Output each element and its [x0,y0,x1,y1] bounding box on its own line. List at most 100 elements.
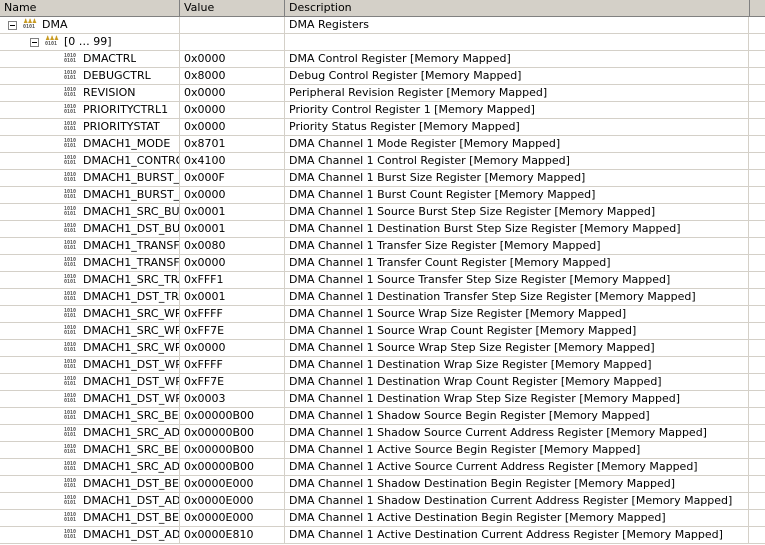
binary-register-icon: 1010 0101 [64,495,77,506]
register-value[interactable]: 0x000F [180,170,285,186]
register-value[interactable]: 0x00000B00 [180,442,285,458]
register-value[interactable]: 0xFFFF [180,357,285,373]
register-value[interactable]: 0xFFFF [180,306,285,322]
register-row[interactable]: 10100101 DMACH1_SRC_ADDR0x00000B00DMA Cha… [0,459,765,476]
binary-register-icon: 1010 0101 [64,478,77,489]
register-value[interactable]: 0xFFF1 [180,272,285,288]
register-row[interactable]: 10100101 DMACH1_SRC_TRANSFER_STEP0xFFF1DM… [0,272,765,289]
register-value[interactable]: 0xFF7E [180,374,285,390]
register-name: DMACH1_DST_ADDR_SHADOW [83,494,179,507]
register-row[interactable]: 10100101 DMACH1_TRANSFER_COUNT0x0000DMA C… [0,255,765,272]
column-header-description[interactable]: Description [285,0,750,16]
register-row[interactable]: 10100101 DMACH1_DST_BEG_ADDR0x0000E000DMA… [0,510,765,527]
register-row[interactable]: 10100101 DMACH1_DST_BEG_ADDR_SHADOW0x0000… [0,476,765,493]
register-value[interactable]: 0x0001 [180,204,285,220]
register-row[interactable]: 10100101 DMACH1_DST_ADDR_SHADOW0x0000E000… [0,493,765,510]
register-row[interactable]: 1010 0101 DMACTRL 0x0000 DMA Control Registe… [0,51,765,68]
register-name: DMACH1_DST_TRANSFER_STEP [83,290,179,303]
register-description: DMA Channel 1 Source Burst Step Size Reg… [285,204,749,220]
register-row[interactable]: 10100101 DMACH1_SRC_BURST_STEP0x0001DMA C… [0,204,765,221]
register-value[interactable]: 0x0000 [180,85,285,101]
register-value[interactable]: 0x0000 [180,119,285,135]
register-row[interactable]: 10100101 DMACH1_TRANSFER_SIZE0x0080DMA Ch… [0,238,765,255]
register-value[interactable]: 0x00000B00 [180,408,285,424]
binary-register-icon: 1010 0101 [64,223,77,234]
register-row[interactable]: 1010 0101 PRIORITYCTRL1 0x0000 Priority Cont… [0,102,765,119]
register-row[interactable]: 10100101 DMACH1_DST_TRANSFER_STEP0x0001DM… [0,289,765,306]
register-description: Priority Control Register 1 [Memory Mapp… [285,102,749,118]
register-name: DMACH1_SRC_TRANSFER_STEP [83,273,179,286]
register-value[interactable]: 0x8701 [180,136,285,152]
register-row[interactable]: 10100101 DMACH1_SRC_ADDR_SHADOW0x00000B00… [0,425,765,442]
register-row[interactable]: 10100101 DMACH1_CONTROL0x4100DMA Channel … [0,153,765,170]
register-value[interactable]: 0x0000E810 [180,527,285,543]
register-name: DMACH1_DST_WRAP_STEP [83,392,179,405]
register-row[interactable]: 10100101 DMACH1_DST_WRAP_STEP0x0003DMA Ch… [0,391,765,408]
register-row[interactable]: 10100101 DMACH1_SRC_BEG_ADDR0x00000B00DMA… [0,442,765,459]
binary-register-icon: 1010 0101 [64,240,77,251]
register-row[interactable]: 1010 0101 DMACH1_MODE 0x8701 DMA Channel 1 M… [0,136,765,153]
row-name: DMA [42,18,68,31]
register-row[interactable]: 10100101 DMACH1_SRC_BEG_ADDR_SHADOW0x0000… [0,408,765,425]
binary-register-icon: 1010 0101 [64,104,77,115]
register-description: DMA Channel 1 Destination Transfer Step … [285,289,749,305]
register-description: DMA Channel 1 Destination Wrap Step Size… [285,391,749,407]
register-name: PRIORITYCTRL1 [83,103,169,116]
register-name: DMACH1_SRC_ADDR_SHADOW [83,426,179,439]
register-row[interactable]: 1010 0101 REVISION 0x0000 Peripheral Revisio… [0,85,765,102]
binary-register-icon: 1010 0101 [64,155,77,166]
register-value[interactable]: 0x0000 [180,102,285,118]
register-value[interactable]: 0x0001 [180,221,285,237]
register-value[interactable]: 0x0000 [180,340,285,356]
register-value[interactable]: 0x0000 [180,187,285,203]
register-row[interactable]: 10100101 DMACH1_SRC_WRAP_SIZE0xFFFFDMA Ch… [0,306,765,323]
register-value[interactable]: 0x00000B00 [180,425,285,441]
register-value[interactable]: 0x00000B00 [180,459,285,475]
register-row[interactable]: 10100101 DMACH1_BURST_SIZE0x000FDMA Chann… [0,170,765,187]
register-row[interactable]: 1010 0101 PRIORITYSTAT 0x0000 Priority Statu… [0,119,765,136]
column-header-value[interactable]: Value [180,0,285,16]
register-value[interactable]: 0x0000E000 [180,510,285,526]
register-value[interactable]: 0x0000 [180,51,285,67]
register-value[interactable]: 0x0080 [180,238,285,254]
register-description: DMA Channel 1 Shadow Source Begin Regist… [285,408,749,424]
register-row[interactable]: 10100101 DMACH1_SRC_WRAP_COUNT0xFF7EDMA C… [0,323,765,340]
register-row[interactable]: 10100101 DMACH1_DST_ADDR0x0000E810DMA Cha… [0,527,765,544]
register-tree: ♟♟♟ 0101 DMA DMA Registers ♟♟♟ 0101 [0 … 9… [0,17,765,544]
register-row[interactable]: 10100101 DMACH1_SRC_WRAP_STEP0x0000DMA Ch… [0,340,765,357]
register-row[interactable]: 10100101 DMACH1_DST_WRAP_SIZE0xFFFFDMA Ch… [0,357,765,374]
register-value[interactable]: 0x8000 [180,68,285,84]
register-description: DMA Channel 1 Destination Wrap Size Regi… [285,357,749,373]
register-group-icon: ♟♟♟ 0101 [45,35,59,47]
register-value[interactable]: 0xFF7E [180,323,285,339]
register-value[interactable]: 0x0000 [180,255,285,271]
binary-register-icon: 1010 0101 [64,342,77,353]
binary-register-icon: 1010 0101 [64,325,77,336]
collapse-toggle[interactable] [8,20,17,30]
register-row[interactable]: 10100101 DMACH1_BURST_COUNT0x0000DMA Chan… [0,187,765,204]
register-value[interactable]: 0x4100 [180,153,285,169]
register-description: DMA Channel 1 Transfer Size Register [Me… [285,238,749,254]
column-header: Name Value Description [0,0,765,17]
register-value[interactable]: 0x0003 [180,391,285,407]
register-row[interactable]: 10100101 DMACH1_DST_BURST_STEP0x0001DMA C… [0,221,765,238]
register-row[interactable]: 10100101 DMACH1_DST_WRAP_COUNT0xFF7EDMA C… [0,374,765,391]
collapse-toggle[interactable] [30,37,39,47]
tree-row-range[interactable]: ♟♟♟ 0101 [0 … 99] [0,34,765,51]
register-value[interactable]: 0x0001 [180,289,285,305]
register-value[interactable]: 0x0000E000 [180,476,285,492]
register-description: Peripheral Revision Register [Memory Map… [285,85,749,101]
binary-register-icon: 1010 0101 [64,308,77,319]
register-value[interactable]: 0x0000E000 [180,493,285,509]
register-name: DMACH1_SRC_BURST_STEP [83,205,179,218]
tree-row-dma[interactable]: ♟♟♟ 0101 DMA DMA Registers [0,17,765,34]
column-header-name[interactable]: Name [0,0,180,16]
register-name: DMACH1_DST_WRAP_SIZE [83,358,179,371]
register-description: DMA Channel 1 Active Destination Begin R… [285,510,749,526]
register-description: DMA Channel 1 Source Wrap Count Register… [285,323,749,339]
binary-register-icon: 1010 0101 [64,138,77,149]
register-description: DMA Channel 1 Burst Count Register [Memo… [285,187,749,203]
binary-register-icon: 1010 0101 [64,512,77,523]
register-row[interactable]: 1010 0101 DEBUGCTRL 0x8000 Debug Control Reg… [0,68,765,85]
register-name: REVISION [83,86,136,99]
